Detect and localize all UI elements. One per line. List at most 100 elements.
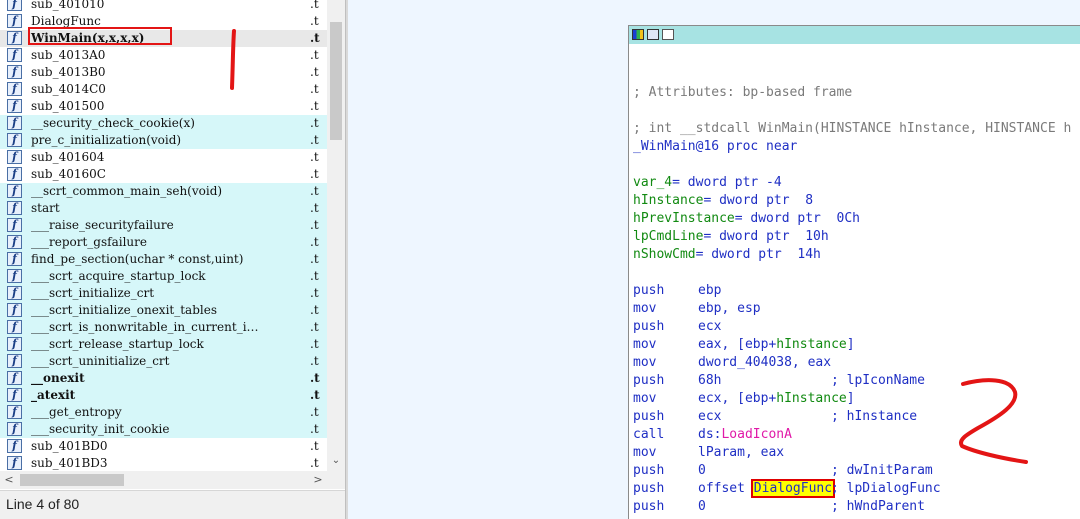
instruction-line[interactable]: mov lParam, eax [633,444,1073,462]
function-segment: .t [310,252,319,266]
stack-variable[interactable]: nShowCmd= dword ptr 14h [633,246,821,264]
operand-symbol[interactable]: hInstance [776,337,846,352]
instruction-line[interactable]: call ds:LoadIconA [633,426,1073,444]
instruction-line[interactable]: push 0 ; hWndParent [633,498,1073,516]
function-row[interactable]: f ___scrt_is_nonwritable_in_current_i… .t [0,319,327,336]
variable-name[interactable]: hPrevInstance [633,211,735,226]
operand-text: lParam, eax [698,445,785,460]
function-row[interactable]: f ___scrt_uninitialize_crt .t [0,353,327,370]
function-segment: .t [310,116,319,130]
instruction-line[interactable]: push ecx ; hInstance [633,408,1073,426]
text-view-icon[interactable] [662,29,674,40]
function-name: sub_4014C0 [31,82,106,96]
scroll-right-arrow[interactable]: > [309,471,327,489]
status-text: Line 4 of 80 [6,496,80,512]
variable-name[interactable]: var_4 [633,175,672,190]
function-row[interactable]: f ___get_entropy .t [0,404,327,421]
function-row[interactable]: f ___report_gsfailure .t [0,234,327,251]
operand-suffix: ] [846,337,855,352]
function-row[interactable]: f ___security_init_cookie .t [0,421,327,438]
function-segment: .t [310,388,320,402]
proc-label[interactable]: _WinMain@16 proc near [633,138,797,156]
stack-variable[interactable]: hInstance= dword ptr 8 [633,192,813,210]
function-row[interactable]: f sub_4013A0 .t [0,47,327,64]
function-name: __scrt_common_main_seh(void) [31,184,223,198]
instruction-line[interactable]: push ecx [633,318,1073,336]
stack-variable[interactable]: var_4= dword ptr -4 [633,174,782,192]
function-row[interactable]: f find_pe_section(uchar * const,uint) .t [0,251,327,268]
function-row[interactable]: f sub_401BD3 .t [0,455,327,471]
instruction-line[interactable]: push offset DialogFunc; lpDialogFunc [633,479,1073,498]
instruction-line[interactable]: mov ebp, esp [633,300,1073,318]
function-row[interactable]: f sub_401BD0 .t [0,438,327,455]
variable-name[interactable]: lpCmdLine [633,229,703,244]
operands: ebp [698,282,721,300]
disassembly-node[interactable]: ; Attributes: bp-based frame ; int __std… [628,25,1080,519]
function-segment: .t [310,422,319,436]
function-segment: .t [310,150,319,164]
function-row[interactable]: f __onexit .t [0,370,327,387]
function-segment: .t [310,286,319,300]
function-row[interactable]: f start .t [0,200,327,217]
function-name: sub_4013A0 [31,48,106,62]
operand-symbol[interactable]: LoadIconA [721,427,791,442]
operands: 0 [698,462,706,480]
instruction-comment: ; lpIconName [831,373,925,388]
variable-definition: = dword ptr -4 [672,175,782,190]
function-row[interactable]: f sub_4013B0 .t [0,64,327,81]
functions-window: f sub_401010 .t f DialogFunc .t f WinMain(x,x,x… [0,0,345,519]
function-segment: .t [310,303,319,317]
stack-variable[interactable]: hPrevInstance= dword ptr 0Ch [633,210,860,228]
operand-text: offset [698,481,753,496]
function-row[interactable]: f sub_40160C .t [0,166,327,183]
function-icon: f [7,167,22,181]
instruction-line[interactable]: push 0 ; dwInitParam [633,462,1073,480]
function-row[interactable]: f ___scrt_release_startup_lock .t [0,336,327,353]
function-row[interactable]: f sub_4014C0 .t [0,81,327,98]
color-palette-icon[interactable] [632,29,644,40]
horizontal-scrollbar[interactable]: < > [0,471,327,489]
operand-symbol[interactable]: hInstance [776,391,846,406]
variable-name[interactable]: nShowCmd [633,247,696,262]
instruction-line[interactable]: push 68h ; lpIconName [633,372,1073,390]
function-icon: f [7,388,22,402]
variable-definition: = dword ptr 8 [703,193,814,208]
graph-icon[interactable] [647,29,659,40]
operands: ecx, [ebp+hInstance] [698,390,855,408]
function-name: sub_401010 [31,0,105,11]
function-row[interactable]: f ___raise_securityfailure .t [0,217,327,234]
scroll-down-arrow[interactable]: ⌄ [327,452,345,470]
mnemonic: mov [633,445,657,460]
variable-name[interactable]: hInstance [633,193,703,208]
vertical-scrollbar[interactable]: ⌄ [327,0,345,471]
function-row[interactable]: f __scrt_common_main_seh(void) .t [0,183,327,200]
operand-symbol[interactable]: DialogFunc [750,479,836,498]
node-title-bar[interactable] [629,26,1080,44]
operands: lParam, eax [698,444,784,462]
stack-variable[interactable]: lpCmdLine= dword ptr 10h [633,228,829,246]
function-row[interactable]: f ___scrt_initialize_onexit_tables .t [0,302,327,319]
mnemonic: push [633,499,665,514]
vertical-scroll-thumb[interactable] [330,22,342,140]
function-row[interactable]: f ___scrt_initialize_crt .t [0,285,327,302]
instruction-line[interactable]: mov eax, [ebp+hInstance] [633,336,1073,354]
function-row[interactable]: f ___scrt_acquire_startup_lock .t [0,268,327,285]
instruction-line[interactable]: mov dword_404038, eax [633,354,1073,372]
instruction-line[interactable]: push ebp [633,282,1073,300]
horizontal-scroll-thumb[interactable] [20,474,124,486]
operand-text: ebp, esp [698,301,761,316]
function-segment: .t [310,65,319,79]
operands: 0 [698,498,706,516]
function-row[interactable]: f _atexit .t [0,387,327,404]
mnemonic: push [633,481,665,496]
function-icon: f [7,116,22,130]
function-name: start [31,201,60,215]
function-row[interactable]: f sub_401010 .t [0,0,327,13]
function-row[interactable]: f pre_c_initialization(void) .t [0,132,327,149]
instruction-line[interactable]: mov ecx, [ebp+hInstance] [633,390,1073,408]
function-row[interactable]: f sub_401500 .t [0,98,327,115]
scroll-left-arrow[interactable]: < [0,471,18,489]
function-row[interactable]: f __security_check_cookie(x) .t [0,115,327,132]
function-row[interactable]: f sub_401604 .t [0,149,327,166]
operands: eax, [ebp+hInstance] [698,336,855,354]
